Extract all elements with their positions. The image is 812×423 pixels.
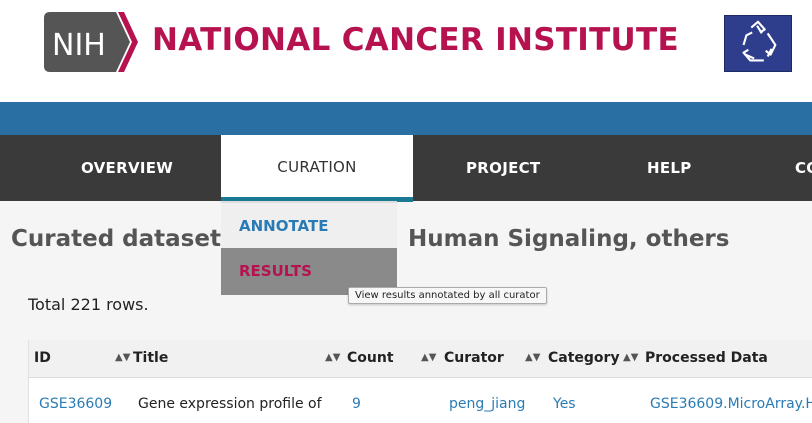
- column-header-category[interactable]: Category: [548, 340, 620, 378]
- nav-overview[interactable]: OVERVIEW: [81, 135, 173, 201]
- cell-curator-link[interactable]: peng_jiang: [449, 396, 525, 412]
- sort-icon[interactable]: ▲▼: [525, 340, 540, 378]
- cell-category-link[interactable]: Yes: [553, 396, 576, 412]
- main-nav: OVERVIEW CURATION PROJECT HELP CO: [0, 135, 812, 202]
- table-header: ID ▲▼ Title ▲▼ Count ▲▼ Curator ▲▼ Categ…: [29, 340, 812, 378]
- nih-logo[interactable]: NIH: [44, 12, 140, 72]
- menu-item-annotate[interactable]: ANNOTATE: [221, 201, 397, 248]
- sort-icon[interactable]: ▲▼: [421, 340, 436, 378]
- column-header-title[interactable]: Title: [133, 340, 168, 378]
- site-title[interactable]: NATIONAL CANCER INSTITUTE: [152, 22, 679, 58]
- nav-project[interactable]: PROJECT: [466, 135, 540, 201]
- datasets-table: ID ▲▼ Title ▲▼ Count ▲▼ Curator ▲▼ Categ…: [28, 340, 812, 423]
- nav-help[interactable]: HELP: [647, 135, 692, 201]
- cell-id-link[interactable]: GSE36609: [39, 396, 112, 412]
- table-row: GSE36609 Gene expression profile of 9 pe…: [29, 384, 812, 423]
- column-header-count[interactable]: Count: [347, 340, 394, 378]
- recycle-icon[interactable]: [724, 15, 792, 72]
- column-header-curator[interactable]: Curator: [444, 340, 504, 378]
- cell-title: Gene expression profile of: [138, 396, 322, 412]
- sort-icon[interactable]: ▲▼: [325, 340, 340, 378]
- curation-dropdown-menu: ANNOTATE RESULTS: [221, 201, 397, 295]
- page-title-right: Human Signaling, others: [408, 226, 730, 252]
- page-title: Curated datasets Human Signaling, others: [11, 226, 729, 252]
- nih-text: NIH: [52, 28, 106, 63]
- column-header-processed-data[interactable]: Processed Data: [645, 340, 768, 378]
- results-tooltip: View results annotated by all curator: [348, 287, 547, 304]
- cell-processed-data-link[interactable]: GSE36609.MicroArray.H: [650, 396, 812, 412]
- column-header-id[interactable]: ID: [34, 340, 51, 378]
- nav-curation[interactable]: CURATION: [221, 135, 413, 202]
- page-title-left: Curated datasets: [11, 226, 235, 252]
- cell-count-link[interactable]: 9: [352, 396, 361, 412]
- blue-banner: [0, 102, 812, 135]
- sort-icon[interactable]: ▲▼: [623, 340, 638, 378]
- nav-contact[interactable]: CO: [795, 135, 812, 201]
- total-rows-count: Total 221 rows.: [28, 295, 149, 314]
- sort-icon[interactable]: ▲▼: [115, 340, 130, 378]
- site-header: NIH NATIONAL CANCER INSTITUTE: [0, 0, 812, 102]
